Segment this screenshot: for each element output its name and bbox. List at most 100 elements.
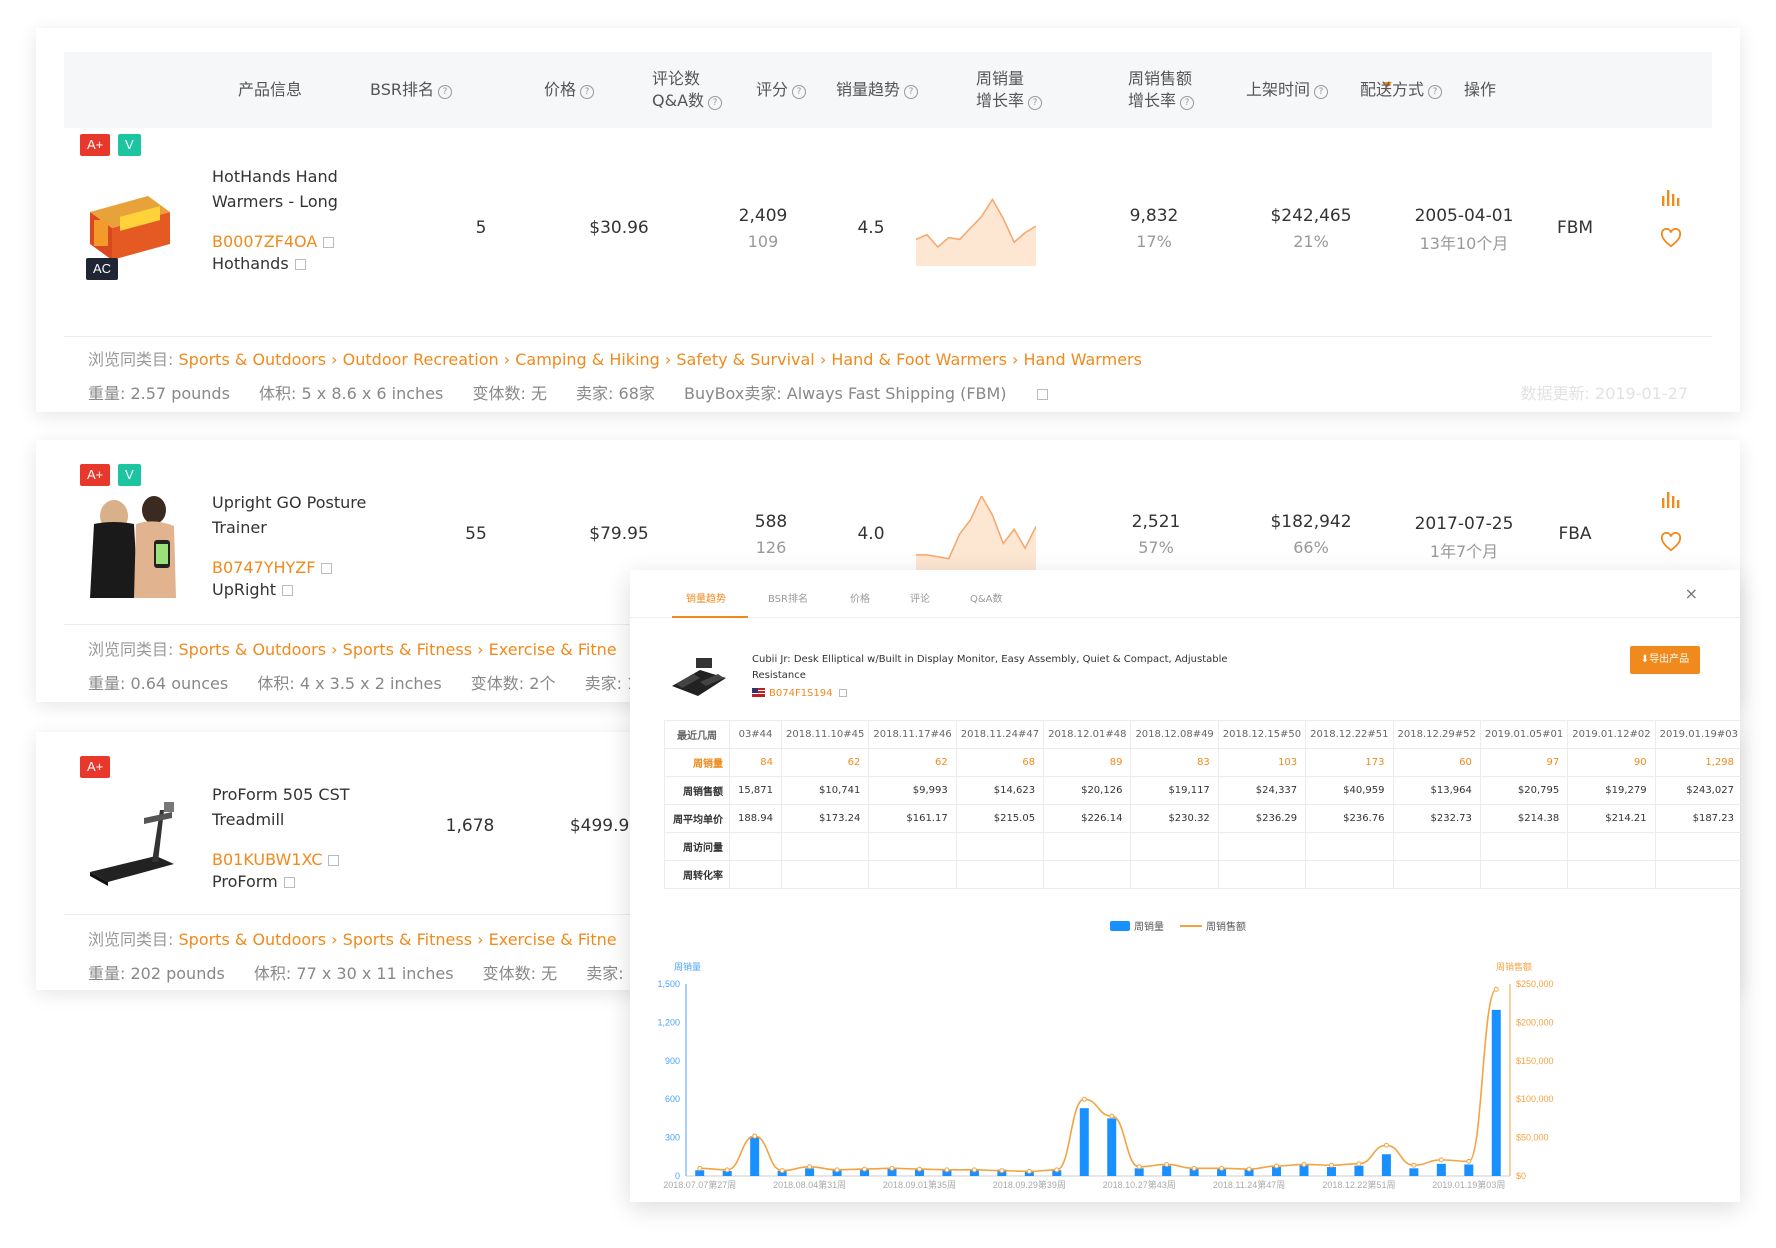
table-cell [1567,832,1656,861]
price-value: $30.96 [589,218,649,238]
size-text: 体积: 5 x 8.6 x 6 inches [259,384,444,403]
category-link[interactable]: Outdoor Recreation [343,350,499,369]
popup-product-title: Cubii Jr: Desk Elliptical w/Built in Dis… [752,654,1228,681]
header-bsr[interactable]: BSR排名? [370,79,452,101]
category-link[interactable]: Sports & Outdoors [179,350,327,369]
variants-text: 变体数: 2个 [470,674,556,693]
units-bar [1326,1167,1336,1176]
product-asin[interactable]: B0747YHYZF [212,558,333,577]
buybox-text[interactable]: BuyBox卖家: Always Fast Shipping (FBM) [684,384,1072,403]
header-weekly-units[interactable]: 周销量 增长率? [976,68,1043,112]
popup-asin[interactable]: B074F1S194 [752,688,847,699]
category-separator: › [814,350,832,369]
table-cell: 2018.12.29#52 [1392,720,1481,749]
table-cell: 2018.12.22#51 [1305,720,1394,749]
category-link[interactable]: Hand & Foot Warmers [831,350,1007,369]
product-title[interactable]: HotHands Hand Warmers - Long [212,164,372,214]
header-weekly-revenue[interactable]: 周销售额 增长率? [1128,68,1195,112]
external-link-icon[interactable] [321,563,333,574]
category-link[interactable]: Exercise & Fitne [489,640,617,659]
table-cell: 68 [955,748,1045,777]
table-cell: $236.76 [1305,804,1394,833]
heart-icon[interactable] [1660,228,1682,248]
fulfillment-value: FBA [1558,524,1592,544]
help-icon[interactable]: ? [904,85,919,99]
header-listed[interactable]: 上架时间? [1246,79,1329,101]
category-link[interactable]: Hand Warmers [1023,350,1141,369]
product-image[interactable] [88,490,180,598]
category-link[interactable]: Sports & Fitness [343,640,472,659]
external-link-icon[interactable] [838,689,847,697]
category-link[interactable]: Sports & Fitness [343,930,472,949]
sales-revenue-chart: 03006009001,2001,500$0$50,000$100,000$15… [657,961,1554,1190]
product-title[interactable]: Upright GO Posture Trainer [212,490,372,540]
category-link[interactable]: Safety & Survival [676,350,814,369]
category-link[interactable]: Camping & Hiking [515,350,660,369]
tab-qa[interactable]: Q&A数 [970,590,1003,605]
header-fulfillment[interactable]: 配送方式? [1360,79,1443,101]
header-price[interactable]: 价格? [544,79,595,101]
tab-sales-trend[interactable]: 销量趋势 [686,590,726,605]
tab-price[interactable]: 价格 [850,590,870,605]
product-brand[interactable]: UpRight [212,580,293,599]
product-row: A+ V HotHands Hand Warmers - Long B0007Z… [36,134,1740,334]
sellers-text: 卖家: 68家 [576,384,655,403]
external-link-icon[interactable] [1036,389,1048,400]
table-cell: 2018.12.08#49 [1130,720,1219,749]
y-right-tick-label: $200,000 [1516,1017,1554,1027]
help-icon[interactable]: ? [1428,85,1443,99]
header-trend[interactable]: 销量趋势? [836,79,919,101]
help-icon[interactable]: ? [1028,96,1043,110]
header-reviews[interactable]: 评论数 Q&A数? [652,68,723,112]
header-rating[interactable]: 评分? [756,79,807,101]
export-button[interactable]: ⬇导出产品 [1630,646,1700,674]
help-icon[interactable]: ? [1314,85,1329,99]
y-right-tick-label: $50,000 [1516,1133,1549,1143]
product-title[interactable]: ProForm 505 CST Treadmill [212,782,372,832]
product-brand[interactable]: Hothands [212,254,306,273]
product-asin[interactable]: B01KUBW1XC [212,850,340,869]
external-link-icon[interactable] [282,585,293,596]
product-image[interactable] [86,782,178,890]
table-cell: 03#44 [729,720,782,749]
table-cell: 97 [1479,748,1569,777]
category-link[interactable]: Exercise & Fitne [489,930,617,949]
sales-trend-sparkline[interactable] [916,190,1036,266]
revenue-point [697,1165,703,1171]
weekly-data-table: 最近几周 03#44 2018.11.10#45 2018.11.17#46 2018.… [664,720,1743,889]
external-link-icon[interactable] [294,259,306,270]
category-link[interactable]: Sports & Outdoors [179,640,327,659]
help-icon[interactable]: ? [792,85,807,99]
revenue-point [1109,1113,1115,1119]
y-right-tick-label: $100,000 [1516,1094,1554,1104]
help-icon[interactable]: ? [580,85,595,99]
y-right-tick-label: $250,000 [1516,979,1554,989]
tab-bsr[interactable]: BSR排名 [768,590,808,605]
bar-chart-icon[interactable] [1660,188,1682,206]
bar-chart-icon[interactable] [1660,490,1682,508]
product-brand[interactable]: ProForm [212,872,295,891]
divider [64,336,1712,337]
heart-icon[interactable] [1660,532,1682,552]
weekly-units-value: 9,832 [1129,206,1179,226]
help-icon[interactable]: ? [708,96,723,110]
sales-trend-sparkline[interactable] [916,496,1036,572]
bsr-value: 5 [475,218,487,238]
rating-value: 4.0 [857,524,885,544]
category-link[interactable]: Sports & Outdoors [179,930,327,949]
product-asin[interactable]: B0007ZF4OA [212,232,335,251]
close-icon[interactable]: × [1685,584,1698,603]
table-cell: 103 [1217,748,1307,777]
help-icon[interactable]: ? [1180,96,1195,110]
revenue-point [1328,1162,1334,1168]
external-link-icon[interactable] [328,855,340,866]
product-image[interactable] [86,162,178,270]
units-bar [1491,1009,1501,1176]
product-image[interactable] [670,656,728,700]
help-icon[interactable]: ? [437,85,452,99]
left-axis-label: 周销量 [674,961,701,972]
external-link-icon[interactable] [283,877,295,888]
tab-reviews[interactable]: 评论 [910,590,930,605]
external-link-icon[interactable] [323,237,335,248]
table-cell [729,832,782,861]
